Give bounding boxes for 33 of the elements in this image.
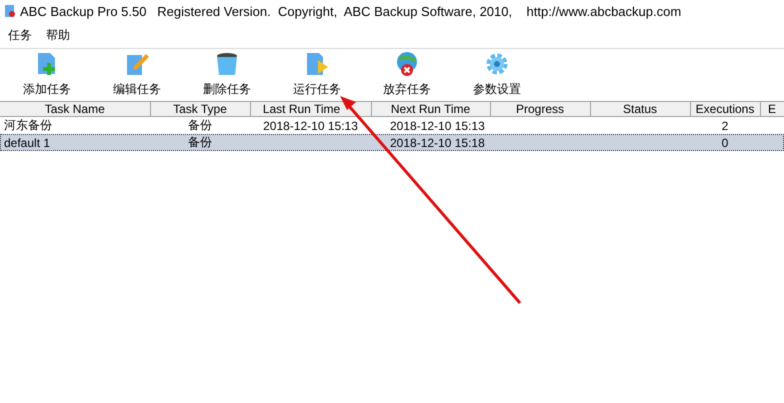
- table-cell: 备份: [188, 118, 212, 132]
- column-header[interactable]: Task Name: [0, 102, 150, 116]
- toolbar-button[interactable]: 编辑任务: [92, 49, 182, 101]
- table-cell: 2: [722, 118, 728, 132]
- toolbar-button[interactable]: 放弃任务: [362, 49, 452, 101]
- app-icon: [4, 4, 16, 18]
- column-header[interactable]: Task Type: [150, 102, 250, 116]
- table-cell: 0: [722, 136, 728, 150]
- toolbar-button[interactable]: 删除任务: [182, 49, 272, 101]
- column-header[interactable]: Status: [590, 102, 690, 116]
- table-cell: 河东备份: [4, 118, 52, 132]
- document-pencil-icon: [124, 51, 150, 77]
- table-cell: default 1: [4, 136, 50, 150]
- column-header[interactable]: Last Run Time: [250, 102, 371, 116]
- column-header[interactable]: Next Run Time: [371, 102, 490, 116]
- menu-item[interactable]: 任务: [6, 26, 34, 44]
- table-row[interactable]: 河东备份 备份 2018-12-10 15:13 2018-12-10 15:13 2: [0, 116, 784, 134]
- table-cell: 备份: [188, 135, 212, 149]
- toolbar-button[interactable]: 运行任务: [272, 49, 362, 101]
- table-cell: 2018-12-10 15:18: [390, 136, 485, 150]
- column-header[interactable]: E: [760, 102, 784, 116]
- table-cell: 2018-12-10 15:13: [263, 118, 358, 132]
- column-header[interactable]: Executions: [690, 102, 760, 116]
- gear-icon: [484, 51, 510, 77]
- toolbar-button[interactable]: 参数设置: [452, 49, 542, 101]
- window-title: ABC Backup Pro 5.50 Registered Version. Copyright, ABC Backup Software, 2010, http://www.abcbackup.com: [20, 4, 682, 18]
- menu-item[interactable]: 帮助: [44, 26, 72, 44]
- trash-icon: [214, 51, 240, 77]
- column-header[interactable]: Progress: [490, 102, 590, 116]
- table-cell: 2018-12-10 15:13: [390, 118, 485, 132]
- globe-cross-icon: [394, 51, 420, 77]
- document-play-icon: [304, 51, 330, 77]
- toolbar-button[interactable]: 添加任务: [2, 49, 92, 101]
